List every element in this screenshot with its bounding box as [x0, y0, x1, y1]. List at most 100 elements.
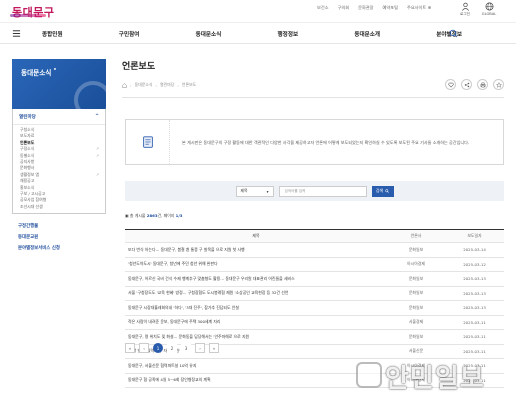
home-icon[interactable]: [122, 82, 127, 88]
global-label: GLOBAL: [481, 12, 497, 16]
page-last-button[interactable]: »: [209, 343, 219, 353]
hamburger-icon[interactable]: [12, 29, 21, 38]
row-press: 서울신문: [408, 348, 424, 354]
breadcrumb: › 동대문소식 › 열린마당 › 언론보도: [122, 82, 196, 88]
row-date: 2025-03-14: [463, 247, 486, 253]
util-link-booking[interactable]: 예약포털: [383, 5, 398, 11]
site-logo[interactable]: 동대문구: [12, 4, 54, 20]
row-title[interactable]: 동대문구, 서울신문 협력파트설 10억 유지: [125, 363, 387, 369]
table-row[interactable]: 서울 '구청장도도 '교육 현혜' 방정… 구청장협도 도시봉례협 제원 '소상…: [125, 287, 504, 301]
count-total: 2863: [146, 213, 158, 218]
login-button[interactable]: 로그인: [456, 2, 474, 17]
globe-icon: [485, 2, 493, 11]
row-title[interactable]: 또다 번식 하는다… 동대문구, 봄철 흰 통증 구 발목을 으로 지원 첫 사…: [125, 247, 387, 253]
sidebar-title: 동대문소식: [21, 69, 52, 77]
row-title[interactable]: 동대문구, 명 위치도 및 화설… 문화동을 담당해서는 '안주마해로 으로 지…: [125, 334, 387, 340]
search-input[interactable]: 검색어를 입력: [278, 185, 367, 197]
count-prefix: 총 게시물: [129, 213, 146, 218]
sidebar-item[interactable]: 조선시대 선생: [20, 204, 105, 210]
row-date: 2025-03-11: [463, 319, 486, 325]
row-press: 문화일보: [408, 290, 424, 296]
notice-box: 본 게시판은 동대문구의 구정 활동에 대한 객관적인 다양한 사각을 제공하고…: [125, 119, 504, 165]
post-count: ▣ 총 게시물 2863건, 페이지 1/3: [125, 213, 183, 218]
sidebar-item-publications[interactable]: 구정간행물: [12, 220, 106, 231]
table-header-row: 제목 언론사 보도일자: [125, 230, 504, 243]
search-button[interactable]: 검색: [371, 185, 394, 197]
global-nav: 종합민원 구민참여 동대문소식 행정정보 동대문소개 분야별정보: [0, 22, 516, 44]
row-title[interactable]: 동대문구 협 공족에 4일 5~6회 장인형정교의 계획: [125, 377, 387, 383]
row-press: 문화일보: [408, 246, 424, 252]
global-button[interactable]: GLOBAL: [480, 2, 498, 17]
heart-icon: [447, 82, 454, 87]
count-page-info: 1/3: [175, 213, 183, 218]
table-row[interactable]: 적은 사람이 내려준 운보, 동대문구에 주택 300세계 자리 서울경제 2025…: [125, 316, 504, 330]
search-field-label: 제목: [240, 188, 248, 193]
page-first-button[interactable]: «: [125, 343, 135, 353]
table-row[interactable]: 동대문구 시장대흘레회의내 '하다', '3대 진주', 참가추 진담되도 안설…: [125, 301, 504, 316]
util-link-council[interactable]: 구의회: [338, 5, 350, 11]
table-row[interactable]: 동대문구, 어르신 국비 건식 수제 행계추구 맞춤형도 활용… 동대문구 우리…: [125, 272, 504, 287]
external-link-icon: ↗: [95, 171, 99, 177]
page-prev-button[interactable]: ‹: [139, 343, 149, 353]
bookmark-button[interactable]: [493, 79, 504, 90]
share-button[interactable]: [461, 79, 472, 90]
title-tools: [445, 79, 504, 90]
breadcrumb-separator: ›: [177, 82, 179, 88]
sidebar-item-teachers[interactable]: 동대문교원: [12, 231, 106, 242]
row-press: 문화일보: [408, 304, 424, 310]
row-press: 문화일보: [408, 275, 424, 281]
row-title[interactable]: '청년도약도시' 동대문구, 청년에 주민 청년 위해 완판다: [125, 261, 387, 267]
table-row[interactable]: 또다 번식 하는다… 동대문구, 봄철 흰 통증 구 발목을 으로 지원 첫 사…: [125, 243, 504, 258]
table-row[interactable]: '청년도약도시' 동대문구, 청년에 주민 청년 위해 완판다 아시아경제 2025…: [125, 258, 504, 272]
pagination: « ‹ 1 2 3 › »: [125, 343, 219, 353]
col-date-header: 보도일자: [467, 233, 482, 238]
row-press: 아시아경제: [407, 261, 425, 267]
gnb-menu: 종합민원 구민참여 동대문소식 행정정보 동대문소개 분야별정보: [42, 23, 462, 45]
search-button-label: 검색: [375, 188, 384, 193]
search-icon[interactable]: [449, 29, 458, 38]
gnb-item-news[interactable]: 동대문소식: [196, 30, 222, 38]
sidebar-item-service-request[interactable]: 분야별정보서비스 신청: [12, 242, 106, 253]
row-title[interactable]: 동대문구, 어르신 국비 건식 수제 행계추구 맞춤형도 활용… 동대문구 우리…: [125, 276, 387, 282]
user-icon: [461, 2, 469, 11]
gnb-item-participation[interactable]: 구민참여: [119, 30, 140, 38]
util-link-health[interactable]: 보건소: [317, 5, 329, 11]
notice-icon-box: [126, 120, 170, 164]
row-title[interactable]: 서울 '구청장도도 '교육 현혜' 방정… 구청장협도 도시봉례협 제원 '소상…: [125, 290, 387, 296]
print-button[interactable]: [477, 79, 488, 90]
notice-text: 본 게시판은 동대문구의 구정 활동에 대한 객관적인 다양한 사각을 제공하고…: [182, 139, 470, 145]
breadcrumb-item[interactable]: 동대문소식: [135, 82, 153, 88]
gnb-item-civil[interactable]: 종합민원: [42, 30, 63, 38]
row-date: 2025-03-13: [463, 290, 486, 296]
row-title[interactable]: 적은 사람이 내려준 운보, 동대문구에 주택 300세계 자리: [125, 319, 387, 325]
page-next-button[interactable]: ›: [195, 343, 205, 353]
sidebar-header: 동대문소식 •: [12, 59, 106, 109]
chevron-up-icon: ^: [95, 114, 99, 119]
row-title[interactable]: 동대문구 시장대흘레회의내 '하다', '3대 진주', 참가추 진담되도 안설: [125, 305, 387, 311]
gnb-item-about[interactable]: 동대문소개: [354, 30, 380, 38]
page-number-current[interactable]: 1: [153, 343, 163, 353]
row-press: 문화일보: [408, 333, 424, 339]
like-button[interactable]: [445, 79, 456, 90]
row-date: 2025-03-11: [463, 348, 486, 354]
gnb-item-admin[interactable]: 행정정보: [278, 30, 299, 38]
utility-right: 로그인 GLOBAL: [456, 2, 498, 17]
row-date: 2025-03-13: [463, 276, 486, 282]
breadcrumb-item[interactable]: 열린마당: [160, 82, 174, 88]
search-field-select[interactable]: 제목 ▾: [235, 185, 274, 197]
util-link-culture[interactable]: 문화관광: [358, 5, 373, 11]
sidebar-decoration: [74, 81, 106, 109]
page-number[interactable]: 3: [181, 343, 191, 353]
page-number[interactable]: 2: [167, 343, 177, 353]
util-link-sites[interactable]: 주요사이트 ⊕: [407, 5, 431, 11]
row-press: 서울경제: [408, 319, 424, 325]
sidebar-item-label: 조선시대 선생: [20, 203, 43, 209]
sidebar-section-open[interactable]: 열린마당 ^: [13, 109, 105, 125]
watermark-logo-icon: [356, 362, 382, 388]
row-date: 2025-03-13: [463, 305, 486, 311]
search-icon: [385, 189, 389, 193]
watermark-text: 안민일보: [385, 364, 485, 394]
print-icon: [480, 82, 485, 87]
row-date: 2025-03-12: [463, 261, 486, 267]
breadcrumb-separator: ›: [155, 82, 158, 88]
